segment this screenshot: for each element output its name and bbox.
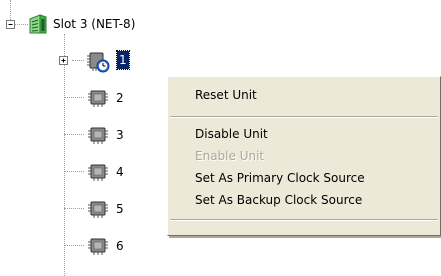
slot-card-icon [27,13,49,38]
chip-icon [86,198,110,223]
menu-item-reset-unit[interactable]: Reset Unit [170,84,438,106]
unit-2-label[interactable]: 2 [116,89,124,107]
tree-line-unit-4 [64,171,84,172]
tree-line-unit-5 [64,208,84,209]
plus-icon [61,58,66,63]
menu-item-enable-unit: Enable Unit [195,149,265,163]
chip-icon [86,235,110,260]
tree-line-units [64,34,65,276]
tree-line-unit-6 [64,245,84,246]
unit-6-label[interactable]: 6 [116,237,124,255]
tree-line-unit-1 [72,60,84,61]
unit-1-expand-button[interactable] [59,56,68,65]
chip-icon [86,124,110,149]
unit-3-label[interactable]: 3 [116,126,124,144]
tree-line-root [10,0,11,20]
menu-separator [170,116,438,118]
unit-5-label[interactable]: 5 [116,200,124,218]
minus-icon [8,24,13,25]
menu-item-set-primary-clock[interactable]: Set As Primary Clock Source [170,167,438,189]
chip-icon [86,161,110,186]
slot-label[interactable]: Slot 3 (NET-8) [53,15,135,33]
context-menu: Reset Unit Disable Unit Enable Unit Set … [167,76,441,236]
chip-clock-icon [86,50,110,77]
menu-item-set-backup-clock[interactable]: Set As Backup Clock Source [170,189,438,211]
chip-icon [86,87,110,112]
unit-4-label[interactable]: 4 [116,163,124,181]
unit-1-label[interactable]: 1 [116,50,130,70]
tree-line-unit-2 [64,97,84,98]
menu-separator [170,219,438,221]
tree-line-unit-3 [64,134,84,135]
menu-item-disable-unit[interactable]: Disable Unit [170,123,438,145]
slot-collapse-button[interactable] [6,20,15,29]
